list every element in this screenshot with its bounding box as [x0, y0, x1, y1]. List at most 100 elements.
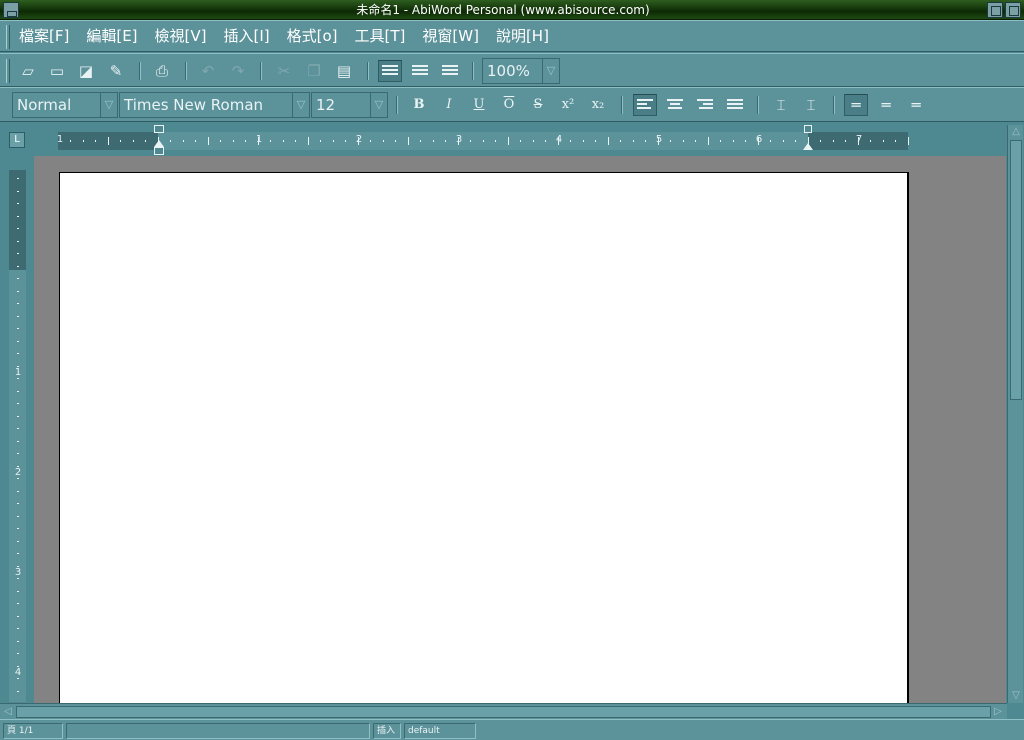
horizontal-ruler[interactable]: 1 1 2 3 4 5 6 7 — [57, 125, 909, 155]
font-select[interactable]: Times New Roman ▽ — [119, 92, 310, 118]
ruler-tick — [17, 603, 19, 604]
ruler-tick — [133, 140, 134, 142]
bold-button[interactable]: B — [407, 94, 431, 116]
space-after-icon[interactable]: ⌶ — [799, 94, 823, 116]
align-left-icon[interactable] — [633, 94, 657, 116]
font-size-select[interactable]: 12 ▽ — [311, 92, 388, 118]
line-spacing-onehalf-icon[interactable]: ═ — [874, 94, 898, 116]
menu-view[interactable]: 檢視[V] — [155, 26, 207, 46]
space-before-icon[interactable]: ⌶ — [769, 94, 793, 116]
new-document-icon[interactable]: ▱ — [16, 60, 40, 82]
message-status — [66, 723, 370, 739]
toolbar-separator — [260, 62, 262, 80]
menu-insert[interactable]: 插入[I] — [224, 26, 270, 46]
ruler-tick — [558, 137, 559, 145]
view-print-icon[interactable] — [438, 60, 462, 82]
chevron-down-icon[interactable]: ▽ — [542, 59, 559, 83]
style-select[interactable]: Normal ▽ — [12, 92, 118, 118]
ruler-tick — [608, 137, 609, 145]
ruler-tick — [470, 140, 471, 142]
ruler-tick — [858, 137, 859, 145]
ruler-tick — [833, 140, 834, 142]
menu-tools[interactable]: 工具[T] — [355, 26, 406, 46]
ruler-tick — [345, 140, 346, 142]
ruler-tick — [395, 140, 396, 142]
horizontal-scroll-thumb[interactable] — [16, 706, 991, 718]
document-page[interactable] — [59, 172, 909, 712]
vertical-scrollbar[interactable]: △ ▽ — [1007, 125, 1023, 703]
toolbar-separator — [472, 62, 474, 80]
left-indent-handle[interactable] — [154, 147, 164, 155]
ruler-tick — [145, 140, 146, 142]
menu-window[interactable]: 視窗[W] — [422, 26, 479, 46]
menu-grip-handle[interactable] — [6, 25, 10, 49]
superscript-button[interactable]: x² — [556, 94, 580, 116]
menu-format[interactable]: 格式[o] — [287, 26, 338, 46]
horizontal-scrollbar[interactable]: ◁ ▷ — [0, 703, 1007, 719]
scroll-down-icon[interactable]: ▽ — [1010, 690, 1022, 702]
ruler-tick — [17, 441, 19, 442]
maximize-button[interactable] — [987, 2, 1003, 18]
redo-icon[interactable]: ↷ — [226, 60, 250, 82]
ruler-tick — [795, 140, 796, 142]
toolbar-grip-handle[interactable] — [6, 59, 10, 83]
language-status: default — [404, 723, 476, 739]
status-bar: 頁 1/1 插入 default — [0, 719, 1024, 740]
chevron-down-icon[interactable]: ▽ — [370, 93, 387, 117]
ruler-tick — [583, 140, 584, 142]
ruler-tick — [270, 140, 271, 142]
undo-icon[interactable]: ↶ — [196, 60, 220, 82]
vertical-ruler[interactable]: 1 2 3 4 — [9, 170, 26, 702]
paste-icon[interactable]: ▤ — [332, 60, 356, 82]
scroll-right-icon[interactable]: ▷ — [991, 705, 1005, 719]
toolbar-separator — [757, 96, 759, 114]
menu-edit[interactable]: 編輯[E] — [86, 26, 137, 46]
hanging-indent-handle[interactable] — [154, 140, 164, 147]
menu-help[interactable]: 說明[H] — [496, 26, 549, 46]
ruler-tick — [70, 140, 71, 142]
ruler-tick — [17, 453, 19, 454]
scroll-left-icon[interactable]: ◁ — [1, 705, 15, 719]
ruler-tick — [533, 140, 534, 142]
ruler-tick — [570, 140, 571, 142]
save-as-icon[interactable]: ✎ — [104, 60, 128, 82]
tab-stop-type-button[interactable]: L — [9, 132, 25, 148]
right-margin-handle[interactable] — [804, 125, 812, 133]
view-normal-icon[interactable] — [378, 60, 402, 82]
underline-button[interactable]: U — [467, 94, 491, 116]
strikethrough-button[interactable]: S — [526, 94, 550, 116]
scroll-up-icon[interactable]: △ — [1010, 126, 1022, 138]
ruler-tick — [17, 678, 19, 679]
vertical-scroll-thumb[interactable] — [1010, 140, 1022, 400]
ruler-tick — [208, 137, 209, 145]
view-web-icon[interactable] — [408, 60, 432, 82]
copy-icon[interactable]: ❐ — [302, 60, 326, 82]
align-right-icon[interactable] — [693, 94, 717, 116]
first-line-indent-handle[interactable] — [154, 125, 164, 133]
line-spacing-single-icon[interactable]: ═ — [844, 94, 868, 116]
abiword-window: { "window": { "title": "未命名1 - AbiWord P… — [0, 0, 1024, 740]
ruler-tick — [17, 578, 19, 579]
line-spacing-double-icon[interactable]: ═ — [904, 94, 928, 116]
ruler-tick — [745, 140, 746, 142]
ruler-tick — [545, 140, 546, 142]
window-menu-button[interactable] — [3, 2, 19, 18]
chevron-down-icon[interactable]: ▽ — [292, 93, 309, 117]
open-folder-icon[interactable]: ▭ — [45, 60, 69, 82]
align-justify-icon[interactable] — [723, 94, 747, 116]
print-icon[interactable]: ⎙ — [150, 60, 174, 82]
close-button[interactable] — [1005, 2, 1021, 18]
zoom-select[interactable]: 100% ▽ — [482, 58, 560, 84]
italic-button[interactable]: I — [437, 94, 461, 116]
cut-icon[interactable]: ✂ — [272, 60, 296, 82]
ruler-tick — [17, 316, 19, 317]
subscript-button[interactable]: x₂ — [586, 94, 610, 116]
menu-file[interactable]: 檔案[F] — [19, 26, 69, 46]
document-canvas[interactable] — [34, 156, 1006, 712]
window-title: 未命名1 - AbiWord Personal (www.abisource.c… — [356, 3, 650, 17]
ruler-tick — [695, 140, 696, 142]
save-icon[interactable]: ◪ — [74, 60, 98, 82]
overline-button[interactable]: O — [497, 94, 521, 116]
chevron-down-icon[interactable]: ▽ — [100, 93, 117, 117]
align-center-icon[interactable] — [663, 94, 687, 116]
